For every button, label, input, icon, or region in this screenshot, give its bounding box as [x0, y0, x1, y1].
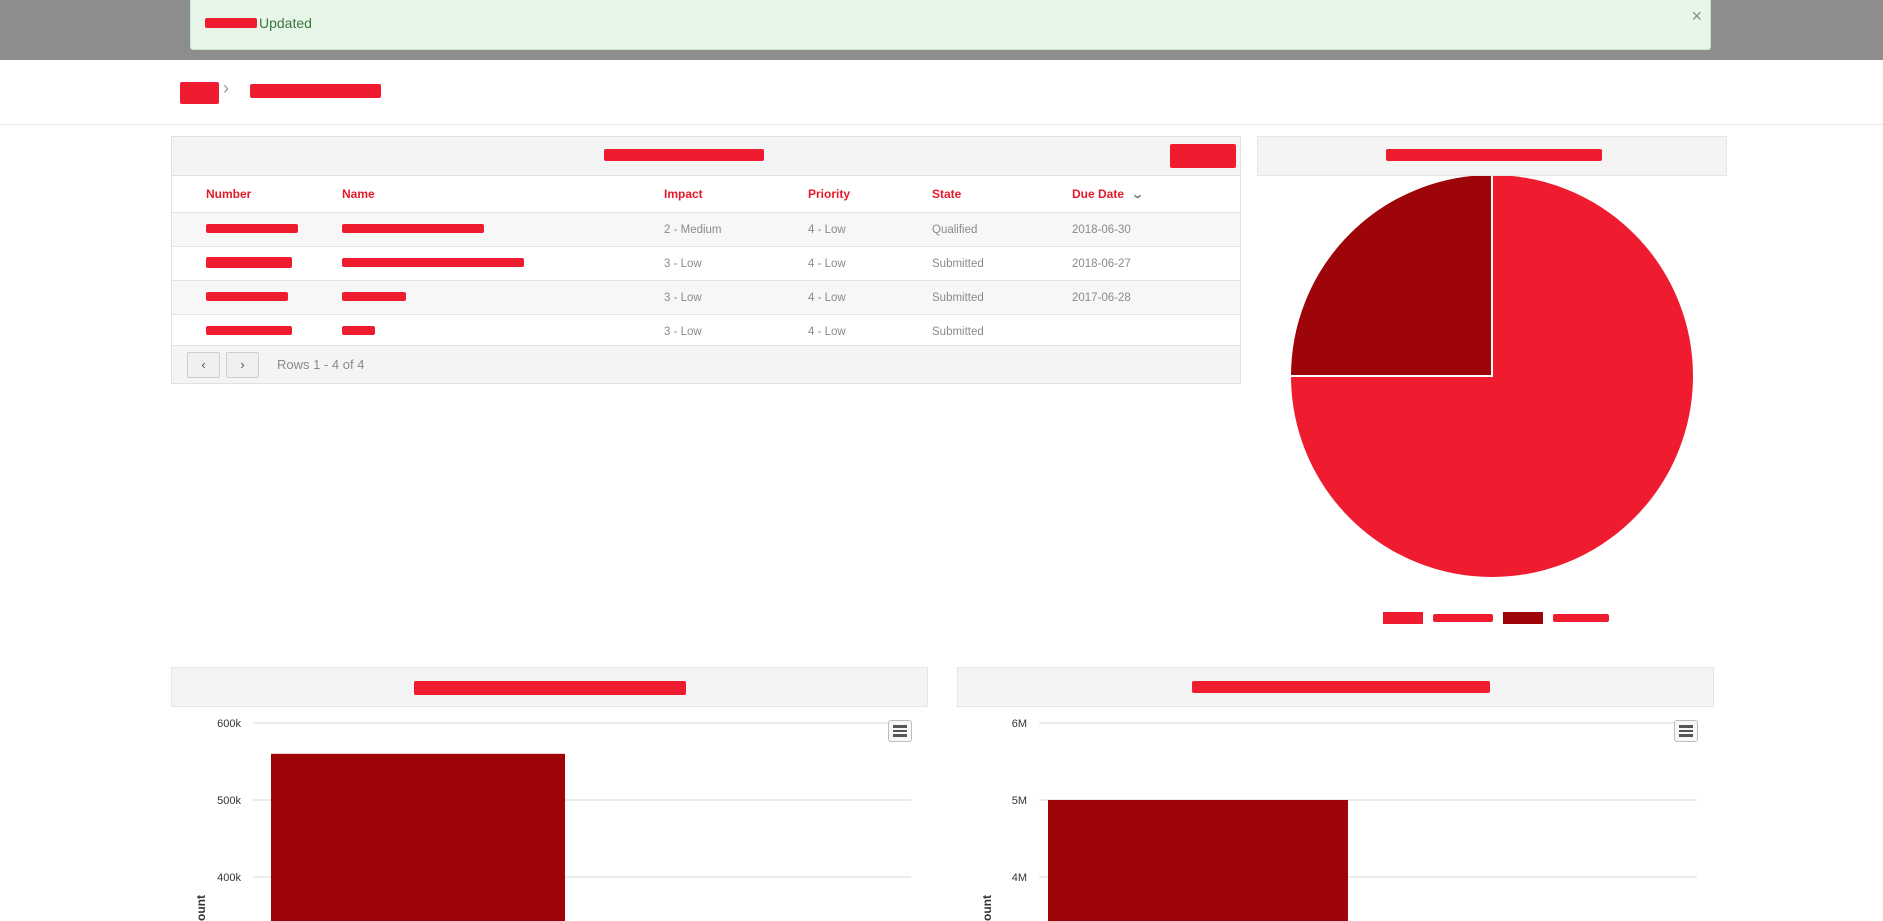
column-header-priority[interactable]: Priority — [808, 176, 932, 213]
chart-menu-button[interactable] — [888, 720, 912, 742]
redacted-number[interactable] — [206, 256, 292, 268]
y-tick-label: 400k — [217, 872, 241, 884]
table-row[interactable]: 2 - Medium 4 - Low Qualified 2018-06-30 — [172, 212, 1240, 247]
legend-swatch[interactable] — [1383, 612, 1423, 624]
impact-cell: 2 - Medium — [664, 212, 808, 247]
list-action-button[interactable] — [1170, 144, 1236, 168]
legend-swatch[interactable] — [1503, 612, 1543, 624]
y-tick-label: 6M — [1012, 718, 1027, 730]
next-page-button[interactable]: › — [226, 352, 259, 378]
bar-chart: 6M 5M 4M ount — [980, 718, 1697, 921]
bar-chart-panel-1: 600k 500k 400k ount — [171, 667, 928, 921]
y-axis-label: ount — [980, 895, 994, 921]
table-row[interactable]: 3 - Low 4 - Low Submitted 2018-06-27 — [172, 246, 1240, 281]
alert-message: Updated — [205, 15, 312, 31]
impact-cell: 3 - Low — [664, 314, 808, 348]
chevron-left-icon: ‹ — [201, 357, 206, 372]
list-header — [172, 137, 1240, 176]
redacted-name[interactable] — [342, 257, 524, 267]
y-tick-label: 600k — [217, 718, 241, 730]
priority-cell: 4 - Low — [808, 314, 932, 348]
column-header-state[interactable]: State — [932, 176, 1072, 213]
success-alert: Updated × — [190, 0, 1711, 50]
y-tick-label: 5M — [1012, 795, 1027, 807]
bar[interactable] — [1048, 800, 1348, 921]
y-tick-label: 4M — [1012, 872, 1027, 884]
redacted-name[interactable] — [342, 291, 406, 301]
due-date-cell — [1072, 314, 1240, 348]
due-date-cell: 2018-06-30 — [1072, 212, 1240, 247]
chart-menu-button[interactable] — [1674, 720, 1698, 742]
column-header-due-date[interactable]: Due Date ⌄ — [1072, 176, 1240, 213]
redacted-number[interactable] — [206, 223, 298, 233]
breadcrumb: › — [0, 60, 1883, 125]
legend-label[interactable] — [1553, 614, 1609, 622]
state-cell: Submitted — [932, 314, 1072, 348]
list-table: Number Name Impact Priority State Due Da… — [172, 176, 1240, 348]
pie-chart-title — [1386, 149, 1602, 161]
bar-chart-title — [414, 681, 686, 695]
column-header-name[interactable]: Name — [342, 176, 664, 213]
chevron-right-icon: › — [240, 357, 245, 372]
list-title — [604, 149, 764, 161]
impact-cell: 3 - Low — [664, 280, 808, 315]
y-tick-label: 500k — [217, 795, 241, 807]
impact-cell: 3 - Low — [664, 246, 808, 281]
priority-cell: 4 - Low — [808, 246, 932, 281]
priority-cell: 4 - Low — [808, 280, 932, 315]
pie-slice[interactable] — [1288, 176, 1493, 377]
y-axis-label: ount — [194, 895, 208, 921]
alert-text: Updated — [259, 15, 312, 31]
redacted-name[interactable] — [342, 325, 375, 335]
pie-chart — [1288, 176, 1695, 579]
chevron-down-icon[interactable]: ⌄ — [1131, 188, 1144, 201]
pagination-bar: ‹ › Rows 1 - 4 of 4 — [172, 345, 1240, 383]
redacted-name[interactable] — [342, 223, 484, 233]
due-date-cell: 2018-06-27 — [1072, 246, 1240, 281]
state-cell: Submitted — [932, 280, 1072, 315]
close-icon[interactable]: × — [1691, 6, 1702, 26]
legend-label[interactable] — [1433, 614, 1493, 622]
bar-chart-header — [171, 667, 928, 707]
rows-count: Rows 1 - 4 of 4 — [277, 357, 365, 372]
breadcrumb-current[interactable] — [250, 84, 381, 98]
pie-legend — [1383, 612, 1609, 624]
bar-chart: 600k 500k 400k ount — [194, 718, 911, 921]
bar-chart-panel-2: 6M 5M 4M ount — [957, 667, 1714, 921]
pie-chart-header — [1257, 136, 1727, 176]
column-header-impact[interactable]: Impact — [664, 176, 808, 213]
column-header-number[interactable]: Number — [172, 176, 342, 213]
due-date-label: Due Date — [1072, 187, 1125, 201]
list-panel: Number Name Impact Priority State Due Da… — [171, 136, 1241, 384]
bar-chart-header — [957, 667, 1714, 707]
previous-page-button[interactable]: ‹ — [187, 352, 220, 378]
state-cell: Qualified — [932, 212, 1072, 247]
pie-chart-panel — [1257, 136, 1727, 626]
chevron-right-icon: › — [223, 78, 229, 98]
breadcrumb-home[interactable] — [180, 82, 219, 104]
bar[interactable] — [271, 753, 565, 921]
redacted-number[interactable] — [206, 325, 292, 335]
table-row[interactable]: 3 - Low 4 - Low Submitted 2017-06-28 — [172, 280, 1240, 315]
bar-chart-title — [1192, 681, 1490, 693]
due-date-cell: 2017-06-28 — [1072, 280, 1240, 315]
state-cell: Submitted — [932, 246, 1072, 281]
redacted-text — [205, 18, 257, 28]
redacted-number[interactable] — [206, 291, 288, 301]
priority-cell: 4 - Low — [808, 212, 932, 247]
table-row[interactable]: 3 - Low 4 - Low Submitted — [172, 314, 1240, 348]
